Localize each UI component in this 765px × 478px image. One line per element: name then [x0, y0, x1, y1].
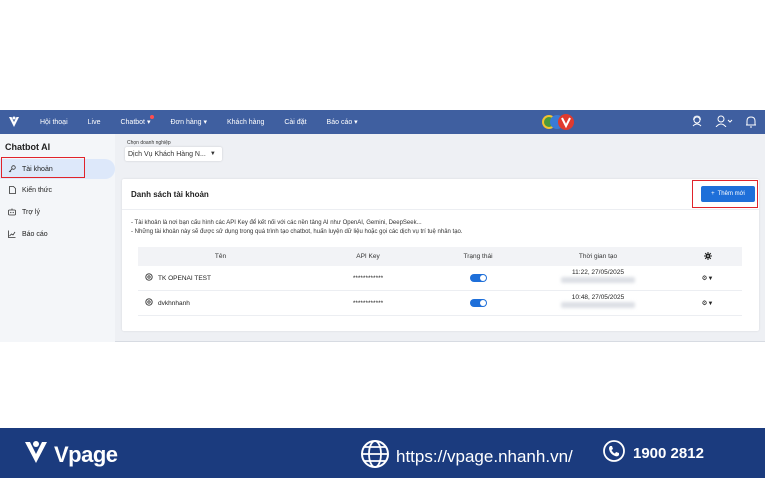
nav-item-reports[interactable]: Báo cáo ▾ [317, 118, 368, 126]
document-icon [8, 186, 16, 194]
divider [122, 209, 759, 210]
vpage-logo-icon[interactable] [6, 114, 22, 130]
nav-label: Báo cáo ▾ [326, 119, 358, 126]
nav-item-conversations[interactable]: Hội thoại [30, 119, 78, 126]
account-name: TK OPENAI TEST [158, 274, 211, 282]
top-navigation: Hội thoại Live Chatbot ▾ Đơn hàng ▾ Khác… [0, 110, 765, 134]
sidebar-item-knowledge[interactable]: Kiến thức [0, 180, 115, 200]
blurred-text [561, 277, 635, 283]
footer-brand: Vpage [22, 438, 118, 471]
nav-label: Live [87, 118, 101, 126]
created-time: 11:22, 27/05/2025 [572, 269, 624, 276]
assistant-icon [8, 208, 16, 216]
created-time: 10:48, 27/05/2025 [571, 294, 625, 301]
main-content: Chọn doanh nghiệp Dịch Vụ Khách Hàng N..… [115, 134, 765, 342]
sidebar-item-assistant[interactable]: Trợ lý [0, 202, 115, 222]
nav-label: Cài đặt [284, 118, 307, 126]
settings-gear-icon[interactable] [673, 251, 742, 262]
support-agent-icon[interactable] [691, 115, 703, 129]
footer-website[interactable]: https://vpage.nhanh.vn/ [360, 439, 573, 474]
chevron-down-icon: ▼ [707, 301, 714, 307]
screenshot-stage: Hội thoại Live Chatbot ▾ Đơn hàng ▾ Khác… [0, 0, 765, 478]
highlight-box-accounts [1, 157, 85, 178]
sidebar-item-label: Báo cáo [22, 230, 48, 238]
business-select[interactable]: Dịch Vụ Khách Hàng N... ▼ [125, 147, 222, 161]
nav-item-settings[interactable]: Cài đặt [274, 119, 316, 126]
nav-item-customers[interactable]: Khách hàng [217, 119, 274, 126]
nav-item-orders[interactable]: Đơn hàng ▾ [160, 118, 217, 126]
header-name: Tên [214, 253, 227, 260]
card-title: Danh sách tài khoản [131, 190, 209, 199]
account-name-cell: TK OPENAI TEST [145, 273, 211, 283]
phone-icon [603, 440, 625, 467]
header-created-time: Thời gian tạo [578, 253, 618, 260]
toggle-switch[interactable] [469, 299, 487, 307]
nav-label: Đơn hàng ▾ [170, 119, 207, 126]
globe-icon [360, 439, 390, 474]
bell-icon[interactable] [745, 115, 757, 130]
page-avatar-group[interactable] [540, 113, 578, 131]
nav-label: Chatbot ▾ [120, 119, 151, 126]
openai-icon [145, 298, 153, 308]
sidebar-item-label: Trợ lý [22, 208, 40, 216]
accounts-card: Danh sách tài khoản + Thêm mới - Tài kho… [122, 179, 759, 331]
account-name: dvkhnhanh [158, 299, 190, 307]
openai-icon [145, 273, 153, 283]
business-select-value: Dịch Vụ Khách Hàng N... [128, 150, 206, 158]
info-note: - Những tài khoản này sẽ được sử dụng tr… [131, 229, 463, 235]
api-key-masked: ************ [352, 299, 384, 307]
account-name-cell: dvkhnhanh [145, 298, 190, 308]
phone-number[interactable]: 1900 2812 [633, 445, 704, 462]
header-status: Trạng thái [463, 253, 493, 260]
business-select-label: Chọn doanh nghiệp [127, 140, 171, 146]
nav-right-actions [691, 110, 757, 134]
chevron-down-icon: ▼ [707, 276, 714, 282]
sidebar-title: Chatbot AI [5, 142, 51, 152]
sidebar-item-reports[interactable]: Báo cáo [0, 224, 115, 244]
footer-banner: Vpage https://vpage.nhanh.vn/ 1900 2812 [0, 428, 765, 478]
nav-item-live[interactable]: Live [78, 119, 111, 126]
blurred-text [561, 302, 635, 308]
info-note: - Tài khoản là nơi bạn cấu hình các API … [131, 220, 422, 226]
header-api-key: API Key [356, 253, 380, 260]
notification-dot [150, 115, 155, 119]
table-header: Tên API Key Trạng thái Thời gian tạo [138, 247, 742, 266]
created-time-cell: 11:22, 27/05/2025 [523, 268, 673, 286]
sidebar-item-label: Kiến thức [22, 186, 52, 194]
status-toggle[interactable] [433, 299, 523, 307]
app-window: Hội thoại Live Chatbot ▾ Đơn hàng ▾ Khác… [0, 110, 765, 342]
created-time-cell: 10:48, 27/05/2025 [523, 293, 673, 311]
table-row: dvkhnhanh ************ 10:48, 27/05/2025… [138, 291, 742, 316]
highlight-box-add-button [692, 180, 758, 208]
website-url[interactable]: https://vpage.nhanh.vn/ [396, 447, 573, 467]
nav-label: Khách hàng [226, 118, 265, 126]
nav-label: Hội thoại [40, 118, 68, 126]
brand-name: Vpage [54, 441, 118, 467]
status-toggle[interactable] [433, 274, 523, 282]
table-row: TK OPENAI TEST ************ 11:22, 27/05… [138, 266, 742, 291]
chevron-down-icon: ▼ [209, 151, 216, 157]
row-actions-menu[interactable]: ⚙▼ [673, 299, 742, 307]
toggle-switch[interactable] [469, 274, 487, 282]
nav-item-chatbot[interactable]: Chatbot ▾ [110, 115, 160, 126]
row-actions-menu[interactable]: ⚙▼ [673, 274, 742, 282]
user-account-icon[interactable] [715, 115, 733, 129]
chart-icon [8, 230, 16, 238]
footer-phone[interactable]: 1900 2812 [603, 440, 704, 467]
vpage-logo-icon [22, 438, 50, 471]
api-key-masked: ************ [352, 274, 384, 282]
